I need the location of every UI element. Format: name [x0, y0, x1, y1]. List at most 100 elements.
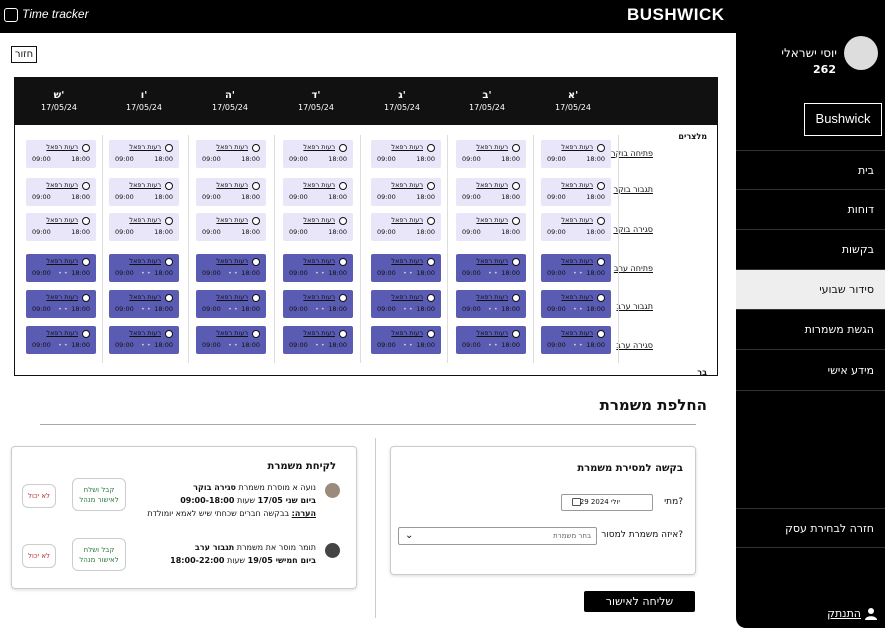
shift-card[interactable]: רעות רפאל 09:00 • • 18:00 — [196, 290, 266, 318]
sidebar-item-weekly-schedule[interactable]: סידור שבועי — [736, 270, 885, 310]
row-label[interactable]: תגבור ערב — [616, 302, 653, 311]
radio-circle-icon[interactable] — [427, 258, 435, 266]
shift-card[interactable]: רעות רפאל 09:00 • • 18:00 — [196, 326, 266, 354]
radio-circle-icon[interactable] — [339, 294, 347, 302]
shift-card[interactable]: רעות רפאל 09:00 18:00 — [196, 140, 266, 168]
shift-card[interactable]: רעות רפאל 09:00 18:00 — [541, 140, 611, 168]
shift-card[interactable]: רעות רפאל 09:00 • • 18:00 — [283, 254, 353, 282]
shift-card[interactable]: רעות רפאל 09:00 18:00 — [371, 213, 441, 241]
accept-button[interactable]: קבל ושלח לאישור מנהל — [72, 478, 126, 511]
back-button[interactable]: חזור — [11, 46, 37, 63]
row-label[interactable]: פתיחה ערב — [614, 264, 653, 273]
shift-card[interactable]: רעות רפאל 09:00 • • 18:00 — [371, 254, 441, 282]
radio-circle-icon[interactable] — [339, 144, 347, 152]
shift-card[interactable]: רעות רפאל 09:00 18:00 — [456, 213, 526, 241]
shift-card[interactable]: רעות רפאל 09:00 18:00 — [371, 178, 441, 206]
shift-card[interactable]: רעות רפאל 09:00 • • 18:00 — [109, 326, 179, 354]
shift-card[interactable]: רעות רפאל 09:00 18:00 — [283, 178, 353, 206]
shift-card[interactable]: רעות רפאל 09:00 • • 18:00 — [456, 290, 526, 318]
shift-card[interactable]: רעות רפאל 09:00 18:00 — [196, 213, 266, 241]
shift-card[interactable]: רעות רפאל 09:00 18:00 — [371, 140, 441, 168]
radio-circle-icon[interactable] — [427, 330, 435, 338]
radio-circle-icon[interactable] — [252, 330, 260, 338]
radio-circle-icon[interactable] — [165, 217, 173, 225]
shift-card[interactable]: רעות רפאל 09:00 • • 18:00 — [26, 326, 96, 354]
radio-circle-icon[interactable] — [252, 294, 260, 302]
shift-select[interactable]: ⌄ בחר משמרת — [398, 527, 597, 545]
radio-circle-icon[interactable] — [252, 217, 260, 225]
shift-card[interactable]: רעות רפאל 09:00 • • 18:00 — [371, 326, 441, 354]
radio-circle-icon[interactable] — [512, 258, 520, 266]
sidebar-item-home[interactable]: בית — [736, 150, 885, 190]
shift-card[interactable]: רעות רפאל 09:00 18:00 — [109, 140, 179, 168]
radio-circle-icon[interactable] — [427, 294, 435, 302]
radio-circle-icon[interactable] — [252, 258, 260, 266]
radio-circle-icon[interactable] — [165, 330, 173, 338]
radio-circle-icon[interactable] — [82, 182, 90, 190]
decline-button[interactable]: לא יכול — [22, 484, 56, 508]
radio-circle-icon[interactable] — [427, 217, 435, 225]
shift-card[interactable]: רעות רפאל 09:00 18:00 — [196, 178, 266, 206]
radio-circle-icon[interactable] — [427, 182, 435, 190]
radio-circle-icon[interactable] — [427, 144, 435, 152]
shift-card[interactable]: רעות רפאל 09:00 • • 18:00 — [371, 290, 441, 318]
radio-circle-icon[interactable] — [339, 258, 347, 266]
sidebar-item-requests[interactable]: בקשות — [736, 230, 885, 270]
shift-card[interactable]: רעות רפאל 09:00 18:00 — [456, 140, 526, 168]
radio-circle-icon[interactable] — [82, 217, 90, 225]
row-label[interactable]: סגירה ערב — [616, 341, 653, 350]
submit-button[interactable]: שליחה לאישור — [584, 591, 695, 612]
radio-circle-icon[interactable] — [597, 258, 605, 266]
shift-card[interactable]: רעות רפאל 09:00 18:00 — [283, 213, 353, 241]
radio-circle-icon[interactable] — [339, 182, 347, 190]
business-button[interactable]: Bushwick — [804, 103, 882, 136]
sidebar-item-submit-shifts[interactable]: הגשת משמרות — [736, 310, 885, 350]
radio-circle-icon[interactable] — [512, 217, 520, 225]
date-field[interactable]: 29 יולי 2024 — [561, 494, 653, 511]
radio-circle-icon[interactable] — [339, 330, 347, 338]
sidebar-item-back-to-business[interactable]: חזרה לבחירת עסק — [736, 508, 885, 548]
radio-circle-icon[interactable] — [597, 144, 605, 152]
shift-card[interactable]: רעות רפאל 09:00 • • 18:00 — [541, 326, 611, 354]
shift-card[interactable]: רעות רפאל 09:00 18:00 — [26, 213, 96, 241]
shift-card[interactable]: רעות רפאל 09:00 18:00 — [109, 213, 179, 241]
radio-circle-icon[interactable] — [597, 330, 605, 338]
shift-card[interactable]: רעות רפאל 09:00 18:00 — [541, 213, 611, 241]
logout-link[interactable]: התנתק — [827, 607, 877, 620]
shift-card[interactable]: רעות רפאל 09:00 • • 18:00 — [26, 290, 96, 318]
radio-circle-icon[interactable] — [597, 182, 605, 190]
shift-card[interactable]: רעות רפאל 09:00 • • 18:00 — [26, 254, 96, 282]
radio-circle-icon[interactable] — [82, 330, 90, 338]
accept-button[interactable]: קבל ושלח לאישור מנהל — [72, 538, 126, 571]
sidebar-item-personal-info[interactable]: מידע אישי — [736, 351, 885, 391]
shift-card[interactable]: רעות רפאל 09:00 • • 18:00 — [541, 290, 611, 318]
radio-circle-icon[interactable] — [165, 294, 173, 302]
shift-card[interactable]: רעות רפאל 09:00 18:00 — [26, 140, 96, 168]
shift-card[interactable]: רעות רפאל 09:00 18:00 — [26, 178, 96, 206]
radio-circle-icon[interactable] — [252, 182, 260, 190]
shift-card[interactable]: רעות רפאל 09:00 • • 18:00 — [456, 254, 526, 282]
shift-card[interactable]: רעות רפאל 09:00 18:00 — [456, 178, 526, 206]
shift-card[interactable]: רעות רפאל 09:00 • • 18:00 — [196, 254, 266, 282]
radio-circle-icon[interactable] — [597, 294, 605, 302]
radio-circle-icon[interactable] — [597, 217, 605, 225]
radio-circle-icon[interactable] — [165, 144, 173, 152]
radio-circle-icon[interactable] — [165, 182, 173, 190]
radio-circle-icon[interactable] — [512, 182, 520, 190]
row-label[interactable]: סגירה בוקר — [613, 225, 653, 234]
row-label[interactable]: תגבור בוקר — [614, 185, 653, 194]
radio-circle-icon[interactable] — [82, 294, 90, 302]
decline-button[interactable]: לא יכול — [22, 544, 56, 568]
shift-card[interactable]: רעות רפאל 09:00 • • 18:00 — [109, 254, 179, 282]
shift-card[interactable]: רעות רפאל 09:00 • • 18:00 — [283, 290, 353, 318]
shift-card[interactable]: רעות רפאל 09:00 18:00 — [283, 140, 353, 168]
radio-circle-icon[interactable] — [512, 294, 520, 302]
shift-card[interactable]: רעות רפאל 09:00 • • 18:00 — [541, 254, 611, 282]
shift-card[interactable]: רעות רפאל 09:00 • • 18:00 — [283, 326, 353, 354]
radio-circle-icon[interactable] — [82, 258, 90, 266]
radio-circle-icon[interactable] — [512, 144, 520, 152]
shift-card[interactable]: רעות רפאל 09:00 18:00 — [109, 178, 179, 206]
shift-card[interactable]: רעות רפאל 09:00 • • 18:00 — [109, 290, 179, 318]
shift-card[interactable]: רעות רפאל 09:00 • • 18:00 — [456, 326, 526, 354]
radio-circle-icon[interactable] — [252, 144, 260, 152]
